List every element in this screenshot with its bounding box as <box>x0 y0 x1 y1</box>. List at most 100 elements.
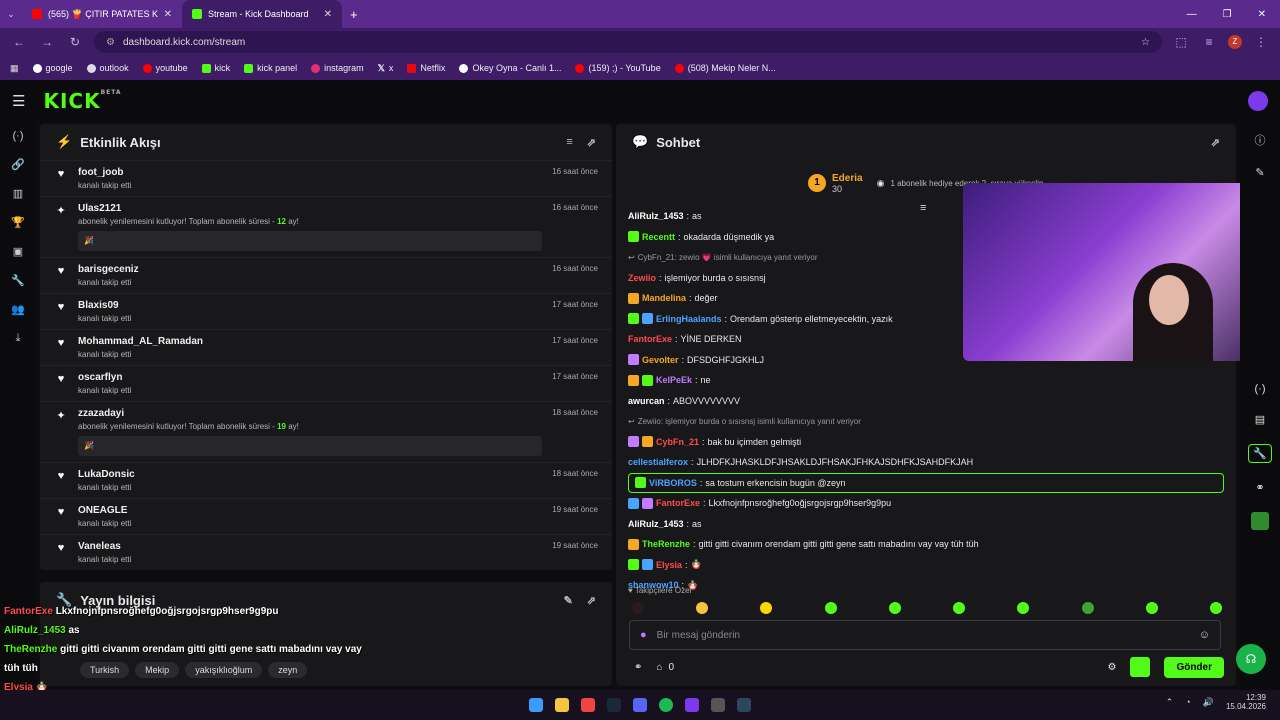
event-row[interactable]: ♥ Mohammad_AL_Ramadan kanalı takip etti 1… <box>40 329 612 365</box>
menu-icon[interactable]: ⋮ <box>1252 35 1270 49</box>
bookmark-star-icon[interactable]: ☆ <box>1141 37 1150 48</box>
emote-icon[interactable] <box>760 602 773 614</box>
chat-username[interactable]: ViRBOROS <box>649 478 697 488</box>
kick-logo[interactable]: KICKBETA <box>43 89 121 113</box>
chat-username[interactable]: Elysia <box>656 560 682 570</box>
tab-search-icon[interactable]: ⌄ <box>0 9 22 20</box>
filter-icon[interactable]: ≡ <box>566 136 572 149</box>
profile-avatar[interactable]: Z <box>1228 35 1242 49</box>
event-username[interactable]: Vaneleas <box>78 541 542 552</box>
chat-username[interactable]: FantorExe <box>656 498 700 508</box>
forward-icon[interactable]: → <box>38 35 56 49</box>
tab-youtube[interactable]: (565) 🍟 ÇITIR PATATES KIZART ✕ <box>22 0 182 28</box>
steam-icon[interactable] <box>607 698 621 712</box>
event-username[interactable]: Ulas2121 <box>78 203 542 214</box>
emote-icon[interactable] <box>888 602 901 614</box>
settings-icon[interactable]: ⚙ <box>1107 662 1116 673</box>
chat-username[interactable]: Recentt <box>642 232 675 242</box>
close-tab-icon[interactable]: ✕ <box>324 9 332 20</box>
close-tab-icon[interactable]: ✕ <box>164 9 172 20</box>
chat-username[interactable]: Gevolter <box>642 355 679 365</box>
file-explorer-icon[interactable] <box>555 698 569 712</box>
chrome-icon[interactable] <box>581 698 595 712</box>
bookmark-youtube-3[interactable]: (508) Mekip Neler N... <box>674 63 776 73</box>
event-row[interactable]: ♥ foot_joob kanalı takip etti 16 saat önc… <box>40 160 612 196</box>
wifi-icon[interactable]: ◔ <box>1185 697 1190 707</box>
emote-icon[interactable] <box>1209 602 1222 614</box>
volume-icon[interactable]: 🔊 <box>1203 697 1214 708</box>
trophy-icon[interactable]: 🏆 <box>11 216 25 229</box>
windows-start-icon[interactable] <box>529 698 543 712</box>
bookmark-outlook[interactable]: outlook <box>86 63 129 73</box>
apps-grid-icon[interactable]: ▦ <box>10 63 19 74</box>
event-username[interactable]: barisgeceniz <box>78 264 542 275</box>
extensions-icon[interactable]: ⬚ <box>1172 35 1190 49</box>
chat-username[interactable]: CybFn_21 <box>656 437 699 447</box>
headset-fab[interactable]: ☊ <box>1236 644 1266 674</box>
broadcast-icon[interactable]: (·) <box>1255 383 1266 395</box>
settings-icon[interactable] <box>711 698 725 712</box>
tab-kick-dashboard[interactable]: Stream - Kick Dashboard ✕ <box>182 0 342 28</box>
event-username[interactable]: Mohammad_AL_Ramadan <box>78 336 542 347</box>
chat-message[interactable]: Elysia: 🪆 <box>616 555 1236 576</box>
edit-icon[interactable]: ✎ <box>1255 166 1264 179</box>
bookmark-x[interactable]: 𝕏x <box>378 63 394 74</box>
event-row[interactable]: ✦ zzazadayi abonelik yenilemesini kutluyo… <box>40 401 612 462</box>
emote-icon[interactable] <box>1081 602 1094 614</box>
chat-username[interactable]: Zewiio <box>628 273 656 283</box>
chat-message[interactable]: awurcan: ABOVVVVVVVV <box>616 391 1236 412</box>
hamburger-menu-icon[interactable]: ☰ <box>12 92 25 110</box>
maximize-icon[interactable]: ❐ <box>1223 9 1232 20</box>
back-icon[interactable]: ← <box>10 35 28 49</box>
bookmark-youtube-2[interactable]: (159) ;) - YouTube <box>575 63 661 73</box>
chat-username[interactable]: KelPeEk <box>656 375 692 385</box>
url-field[interactable]: ⚙ dashboard.kick.com/stream ☆ <box>94 31 1162 53</box>
kick-app-icon[interactable] <box>1251 512 1269 530</box>
event-row[interactable]: ♥ Vaneleas kanalı takip etti 19 saat önce <box>40 534 612 570</box>
wrench-icon[interactable]: 🔧 <box>11 274 25 287</box>
chat-message[interactable]: AliRulz_1453: as <box>616 514 1236 535</box>
info-icon[interactable]: ⓘ <box>1255 132 1266 148</box>
event-row[interactable]: ♥ LukaDonsic kanalı takip etti 18 saat ön… <box>40 462 612 498</box>
close-window-icon[interactable]: ✕ <box>1258 9 1266 20</box>
edit-icon[interactable]: ✎ <box>564 594 573 607</box>
video-icon[interactable]: ▣ <box>13 245 23 258</box>
steam-active-icon[interactable] <box>737 698 751 712</box>
store-icon[interactable]: ⌂ <box>656 662 662 673</box>
bookmark-kick-panel[interactable]: kick panel <box>244 63 297 73</box>
emote-icon[interactable] <box>696 602 709 614</box>
emote-icon[interactable] <box>1145 602 1158 614</box>
community-icon[interactable]: ⚭ <box>1255 481 1264 494</box>
emoji-icon[interactable]: ☺ <box>1199 629 1210 641</box>
tag-chip[interactable]: zeyn <box>268 662 308 678</box>
chat-message[interactable]: TheRenzhe: gitti gitti civanım orendam gi… <box>616 534 1236 555</box>
user-avatar[interactable] <box>1248 91 1268 111</box>
event-row[interactable]: ♥ oscarflyn kanalı takip etti 17 saat önc… <box>40 365 612 401</box>
bookmark-netflix[interactable]: Netflix <box>407 63 445 73</box>
chat-username[interactable]: AliRulz_1453 <box>628 519 684 529</box>
bookmark-okey[interactable]: Okey Oyna - Canlı 1... <box>459 63 561 73</box>
stream-icon[interactable]: (·) <box>13 130 24 142</box>
chat-username[interactable]: awurcan <box>628 396 665 406</box>
event-row[interactable]: ✦ Ulas2121 abonelik yenilemesini kutluyor… <box>40 196 612 257</box>
microphone-icon[interactable]: ● <box>640 629 647 641</box>
emote-icon[interactable] <box>632 602 644 614</box>
chat-username[interactable]: cellestialferox <box>628 457 688 467</box>
vpn-icon[interactable] <box>685 698 699 712</box>
media-icon[interactable]: ≡ <box>1200 35 1218 49</box>
chat-message[interactable]: CybFn_21: bak bu içimden gelmişti <box>616 432 1236 453</box>
chat-username[interactable]: ErlingHaalands <box>656 314 722 324</box>
chat-message[interactable]: cellestialferox: JLHDFKJHASKLDFJHSAKLDJFH… <box>616 452 1236 473</box>
printer-icon[interactable]: ▤ <box>1255 413 1265 426</box>
chat-username[interactable]: Mandelina <box>642 293 686 303</box>
chat-username[interactable]: AliRulz_1453 <box>628 211 684 221</box>
discord-icon[interactable] <box>633 698 647 712</box>
event-username[interactable]: ONEAGLE <box>78 505 542 516</box>
analytics-icon[interactable]: ▥ <box>13 187 23 200</box>
tag-chip[interactable]: Mekip <box>135 662 180 678</box>
chat-username[interactable]: FantorExe <box>628 334 672 344</box>
site-info-icon[interactable]: ⚙ <box>106 37 115 48</box>
chat-message[interactable]: shanwow10: 🪆 <box>616 575 1236 596</box>
kick-emote-icon[interactable] <box>1130 657 1151 677</box>
community-icon[interactable]: ⚭ <box>634 662 642 673</box>
